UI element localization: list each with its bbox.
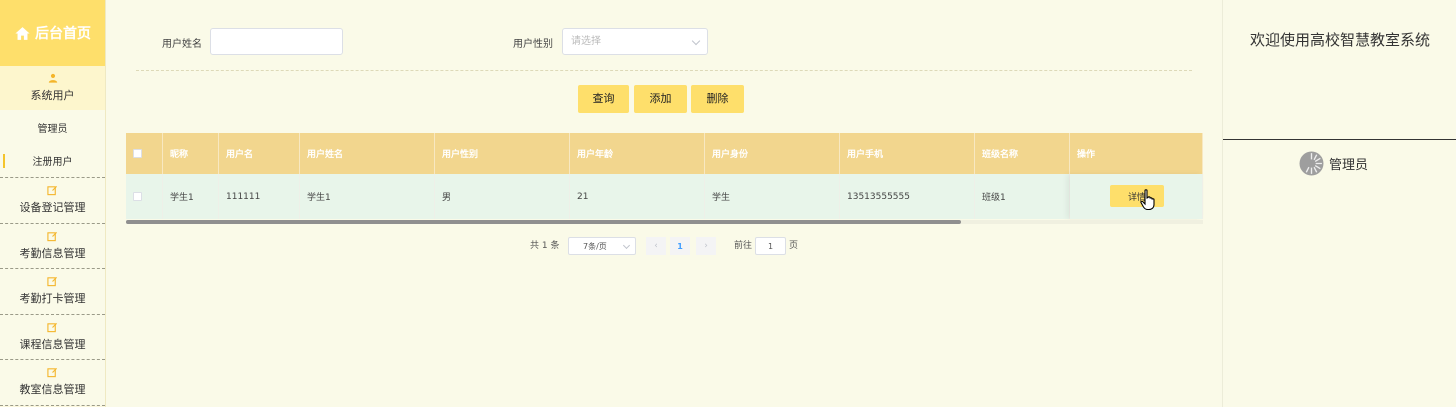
chevron-left-icon: ‹	[654, 241, 658, 251]
current-user[interactable]: 管理员	[1299, 151, 1368, 176]
cell-age: 21	[570, 174, 705, 219]
avatar-icon	[1299, 151, 1324, 176]
row-checkbox-cell	[126, 174, 163, 219]
prev-page-button[interactable]: ‹	[646, 237, 666, 255]
sidebar-item-attendance-clock[interactable]: 考勤打卡管理	[0, 269, 105, 315]
cell-username: 111111	[219, 174, 300, 219]
divider	[136, 70, 1192, 71]
page-size-select[interactable]: 7条/页	[568, 237, 636, 255]
edit-icon	[47, 277, 58, 287]
sidebar-item-course-info[interactable]: 课程信息管理	[0, 314, 105, 360]
add-button[interactable]: 添加	[634, 85, 687, 113]
cell-action: 详情	[1070, 174, 1203, 219]
query-button[interactable]: 查询	[578, 85, 629, 113]
sidebar-subitem-label: 管理员	[37, 123, 68, 135]
name-input[interactable]	[210, 28, 343, 55]
edit-icon	[47, 322, 58, 332]
sidebar: 后台首页 系统用户 管理员 注册用户 设备登记管理 考勤信息管理 考勤打卡管理 …	[0, 0, 106, 407]
gender-select[interactable]: 请选择	[562, 28, 708, 55]
user-table: 昵称 用户名 用户姓名 用户性别 用户年龄 用户身份 用户手机 班级名称 操作 …	[126, 133, 1203, 219]
sidebar-item-classroom-info[interactable]: 教室信息管理	[0, 360, 105, 406]
header-gender[interactable]: 用户性别	[435, 133, 570, 174]
edit-icon	[47, 186, 58, 196]
sidebar-item-label: 系统用户	[30, 89, 75, 102]
name-label: 用户姓名	[162, 39, 202, 50]
sidebar-item-device-registration[interactable]: 设备登记管理	[0, 178, 105, 224]
edit-icon	[47, 368, 58, 378]
gender-select-placeholder: 请选择	[571, 36, 601, 47]
header-phone[interactable]: 用户手机	[840, 133, 975, 174]
sidebar-item-system-users[interactable]: 系统用户	[0, 66, 105, 110]
home-link-label: 后台首页	[35, 26, 91, 42]
chevron-down-icon	[622, 241, 631, 250]
cell-name: 学生1	[300, 174, 435, 219]
main-content: 用户姓名 用户性别 请选择 查询 添加 删除 昵称 用户名 用户姓名 用户性别 …	[106, 0, 1222, 407]
table-scrollbar-thumb[interactable]	[126, 220, 961, 224]
sidebar-item-label: 课程信息管理	[19, 337, 86, 351]
header-username[interactable]: 用户名	[219, 133, 300, 174]
sidebar-item-label: 设备登记管理	[19, 201, 86, 215]
current-user-name: 管理员	[1329, 158, 1369, 173]
sidebar-item-label: 考勤信息管理	[19, 246, 86, 260]
page-suffix: 页	[789, 241, 799, 251]
page-size-value: 7条/页	[583, 241, 607, 251]
goto-page-input[interactable]: 1	[755, 237, 786, 255]
pagination-total: 共 1 条	[530, 241, 560, 251]
chevron-down-icon	[691, 36, 701, 46]
select-all-checkbox[interactable]	[133, 149, 142, 158]
sidebar-item-label: 考勤打卡管理	[19, 292, 86, 306]
header-role[interactable]: 用户身份	[705, 133, 840, 174]
home-icon	[15, 26, 30, 40]
cell-nickname: 学生1	[163, 174, 219, 219]
header-age[interactable]: 用户年龄	[570, 133, 705, 174]
sidebar-subitem-admin[interactable]: 管理员	[0, 110, 105, 144]
header-nickname[interactable]: 昵称	[163, 133, 219, 174]
search-form: 用户姓名 用户性别 请选择	[106, 28, 1206, 55]
chevron-right-icon: ›	[704, 241, 708, 251]
cell-role: 学生	[705, 174, 840, 219]
edit-icon	[47, 231, 58, 241]
cell-class: 班级1	[975, 174, 1070, 219]
header-checkbox-cell	[126, 133, 163, 174]
hand-cursor-icon	[1140, 189, 1155, 211]
home-link[interactable]: 后台首页	[0, 0, 105, 66]
header-class[interactable]: 班级名称	[975, 133, 1070, 174]
sidebar-subitem-label: 注册用户	[32, 157, 73, 168]
row-checkbox[interactable]	[133, 192, 142, 201]
gender-label: 用户性别	[513, 39, 553, 50]
right-panel: 欢迎使用高校智慧教室系统 管理员	[1222, 0, 1456, 407]
sidebar-subitem-registered-users[interactable]: 注册用户	[0, 144, 105, 178]
page-number-current[interactable]: 1	[670, 237, 690, 255]
user-icon	[48, 73, 57, 83]
sidebar-item-attendance-info[interactable]: 考勤信息管理	[0, 223, 105, 269]
sidebar-item-label: 教室信息管理	[19, 383, 86, 397]
goto-label: 前往	[734, 241, 753, 251]
cell-gender: 男	[435, 174, 570, 219]
header-action: 操作	[1070, 133, 1203, 174]
table-row: 学生1 111111 学生1 男 21 学生 13513555555 班级1 详…	[126, 174, 1203, 219]
header-name[interactable]: 用户姓名	[300, 133, 435, 174]
welcome-title: 欢迎使用高校智慧教室系统	[1249, 31, 1430, 49]
next-page-button[interactable]: ›	[696, 237, 716, 255]
right-divider	[1223, 139, 1456, 140]
cell-phone: 13513555555	[840, 174, 975, 219]
delete-button[interactable]: 删除	[691, 85, 744, 113]
table-header: 昵称 用户名 用户姓名 用户性别 用户年龄 用户身份 用户手机 班级名称 操作	[126, 133, 1203, 174]
